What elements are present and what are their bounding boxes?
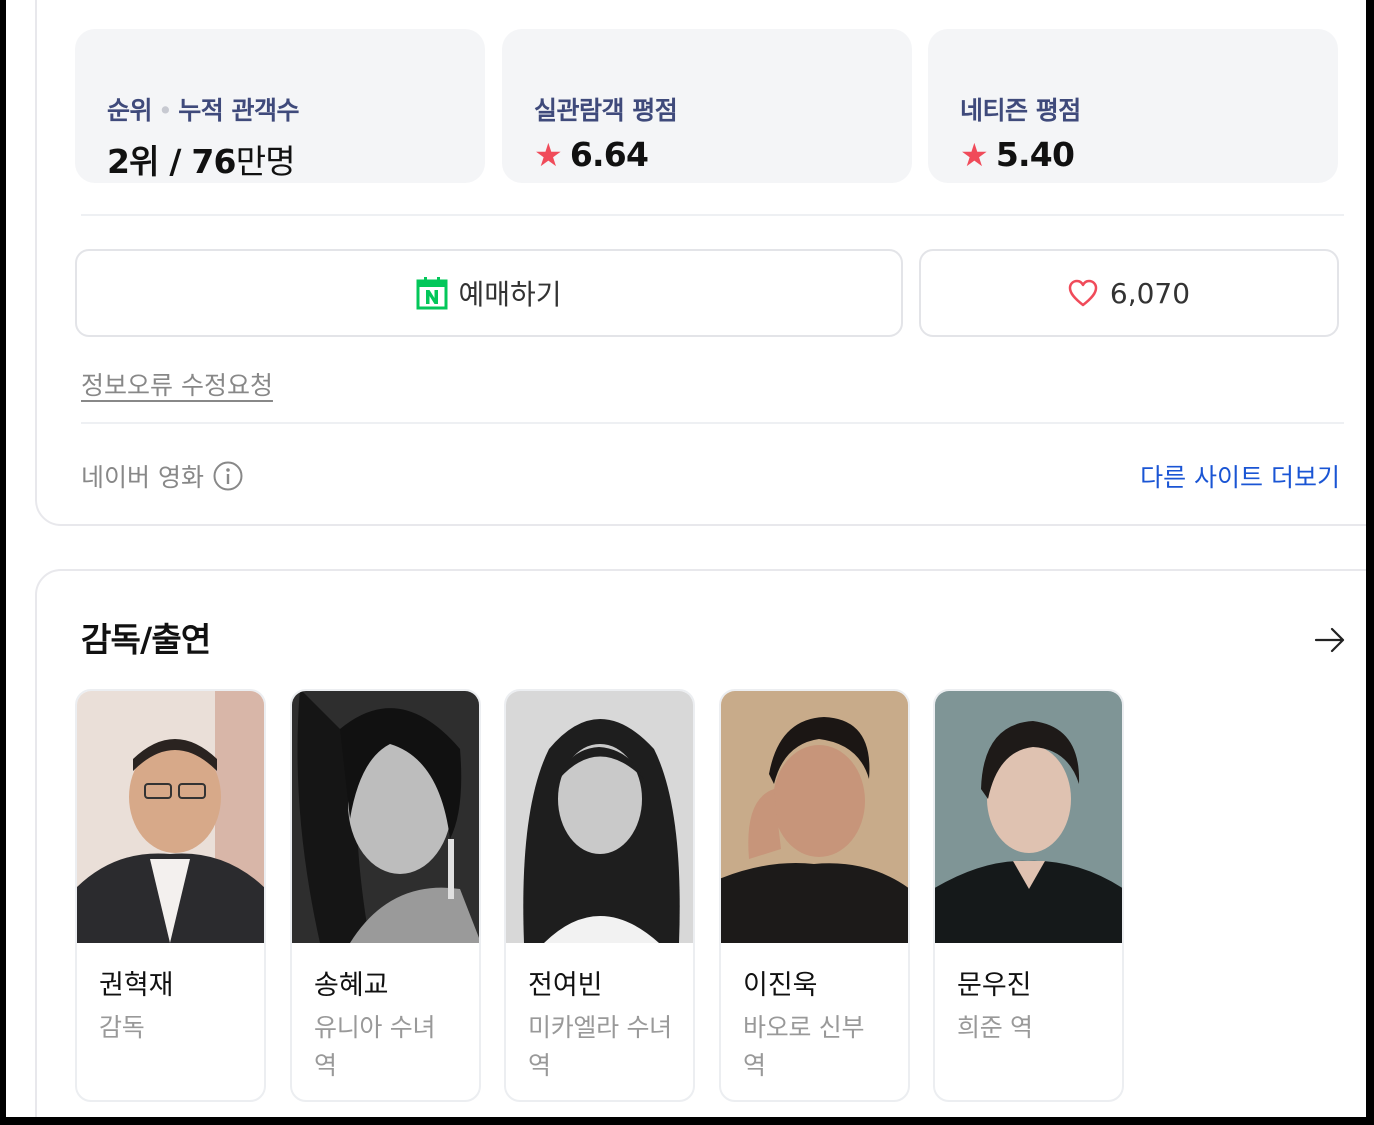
source-label: 네이버 영화 bbox=[81, 458, 244, 494]
netizen-rating-label: 네티즌 평점 bbox=[960, 96, 1081, 125]
person-name: 권혁재 bbox=[99, 970, 174, 1001]
audience-rating-stat: 실관람객 평점 ★ 6.64 bbox=[502, 29, 912, 183]
person-photo bbox=[935, 691, 1122, 943]
person-role: 미카엘라 수녀 역 bbox=[528, 1013, 672, 1080]
person-photo bbox=[292, 691, 479, 943]
like-count: 6,070 bbox=[1109, 276, 1191, 310]
person-card[interactable]: 송혜교 유니아 수녀 역 bbox=[290, 689, 481, 1102]
heart-icon bbox=[1068, 279, 1098, 307]
naver-calendar-icon bbox=[416, 277, 448, 310]
person-card[interactable]: 문우진 희준 역 bbox=[933, 689, 1124, 1102]
person-role: 희준 역 bbox=[957, 1013, 1033, 1042]
rank-audience-stat: 순위 • 누적 관객수 2위 / 76만명 bbox=[75, 29, 485, 183]
person-card[interactable]: 권혁재 감독 bbox=[75, 689, 266, 1102]
netizen-rating-stat: 네티즌 평점 ★ 5.40 bbox=[928, 29, 1338, 183]
more-sites-link[interactable]: 다른 사이트 더보기 bbox=[1140, 458, 1340, 494]
person-name: 이진욱 bbox=[743, 970, 818, 1001]
like-button[interactable]: 6,070 bbox=[919, 249, 1339, 337]
section-title: 감독/출연 bbox=[81, 620, 211, 659]
person-name: 전여빈 bbox=[528, 970, 603, 1001]
person-card[interactable]: 이진욱 바오로 신부 역 bbox=[719, 689, 910, 1102]
audience-rating-label: 실관람객 평점 bbox=[534, 96, 678, 125]
netizen-rating-value: ★ 5.40 bbox=[960, 135, 1075, 174]
person-photo bbox=[506, 691, 693, 943]
person-role: 감독 bbox=[99, 1013, 145, 1042]
report-error-link[interactable]: 정보오류 수정요청 bbox=[81, 366, 273, 402]
star-icon: ★ bbox=[960, 136, 989, 174]
person-name: 송혜교 bbox=[314, 970, 389, 1001]
person-name: 문우진 bbox=[957, 970, 1032, 1001]
info-icon[interactable] bbox=[212, 460, 244, 492]
rank-audience-label: 순위 • 누적 관객수 bbox=[107, 96, 299, 125]
divider bbox=[81, 214, 1344, 216]
person-photo bbox=[721, 691, 908, 943]
person-role: 바오로 신부 역 bbox=[743, 1013, 865, 1080]
person-role: 유니아 수녀 역 bbox=[314, 1013, 436, 1080]
booking-label: 예매하기 bbox=[458, 278, 562, 311]
page-frame: 순위 • 누적 관객수 2위 / 76만명 실관람객 평점 ★ 6.64 네티즌 평점… bbox=[6, 0, 1366, 1117]
person-card[interactable]: 전여빈 미카엘라 수녀 역 bbox=[504, 689, 695, 1102]
person-photo bbox=[77, 691, 264, 943]
rank-audience-value: 2위 / 76만명 bbox=[107, 142, 296, 181]
booking-button[interactable]: 예매하기 bbox=[75, 249, 903, 337]
star-icon: ★ bbox=[534, 136, 563, 174]
divider bbox=[81, 422, 1344, 424]
audience-rating-value: ★ 6.64 bbox=[534, 135, 649, 174]
arrow-right-icon[interactable] bbox=[1314, 625, 1346, 655]
